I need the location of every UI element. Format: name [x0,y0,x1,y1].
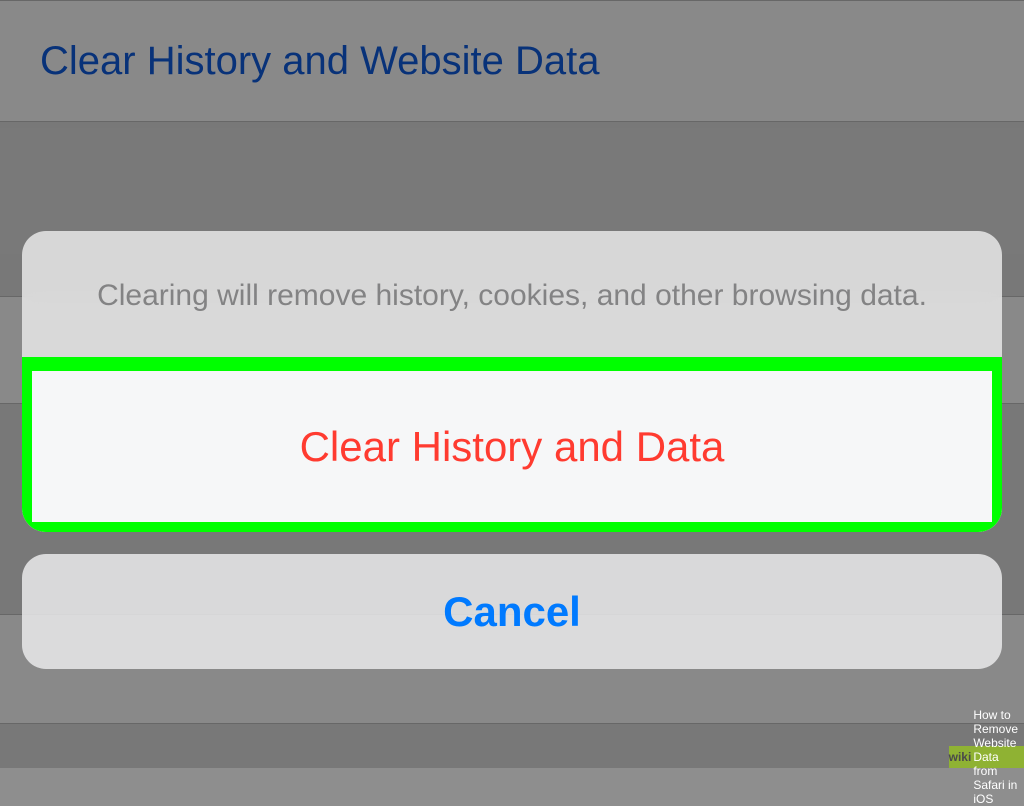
clear-history-and-data-button[interactable]: Clear History and Data [22,360,1002,532]
clear-action-label: Clear History and Data [300,423,725,471]
cancel-button[interactable]: Cancel [22,554,1002,669]
watermark-text: How to Remove Website Data from Safari i… [973,708,1018,806]
watermark-bar: wiki How to Remove Website Data from Saf… [949,746,1024,768]
action-sheet-panel: Clearing will remove history, cookies, a… [22,231,1002,532]
watermark-prefix: wiki [949,750,972,764]
action-sheet-message: Clearing will remove history, cookies, a… [22,231,1002,360]
cancel-label: Cancel [443,588,581,636]
action-sheet: Clearing will remove history, cookies, a… [22,231,1002,669]
